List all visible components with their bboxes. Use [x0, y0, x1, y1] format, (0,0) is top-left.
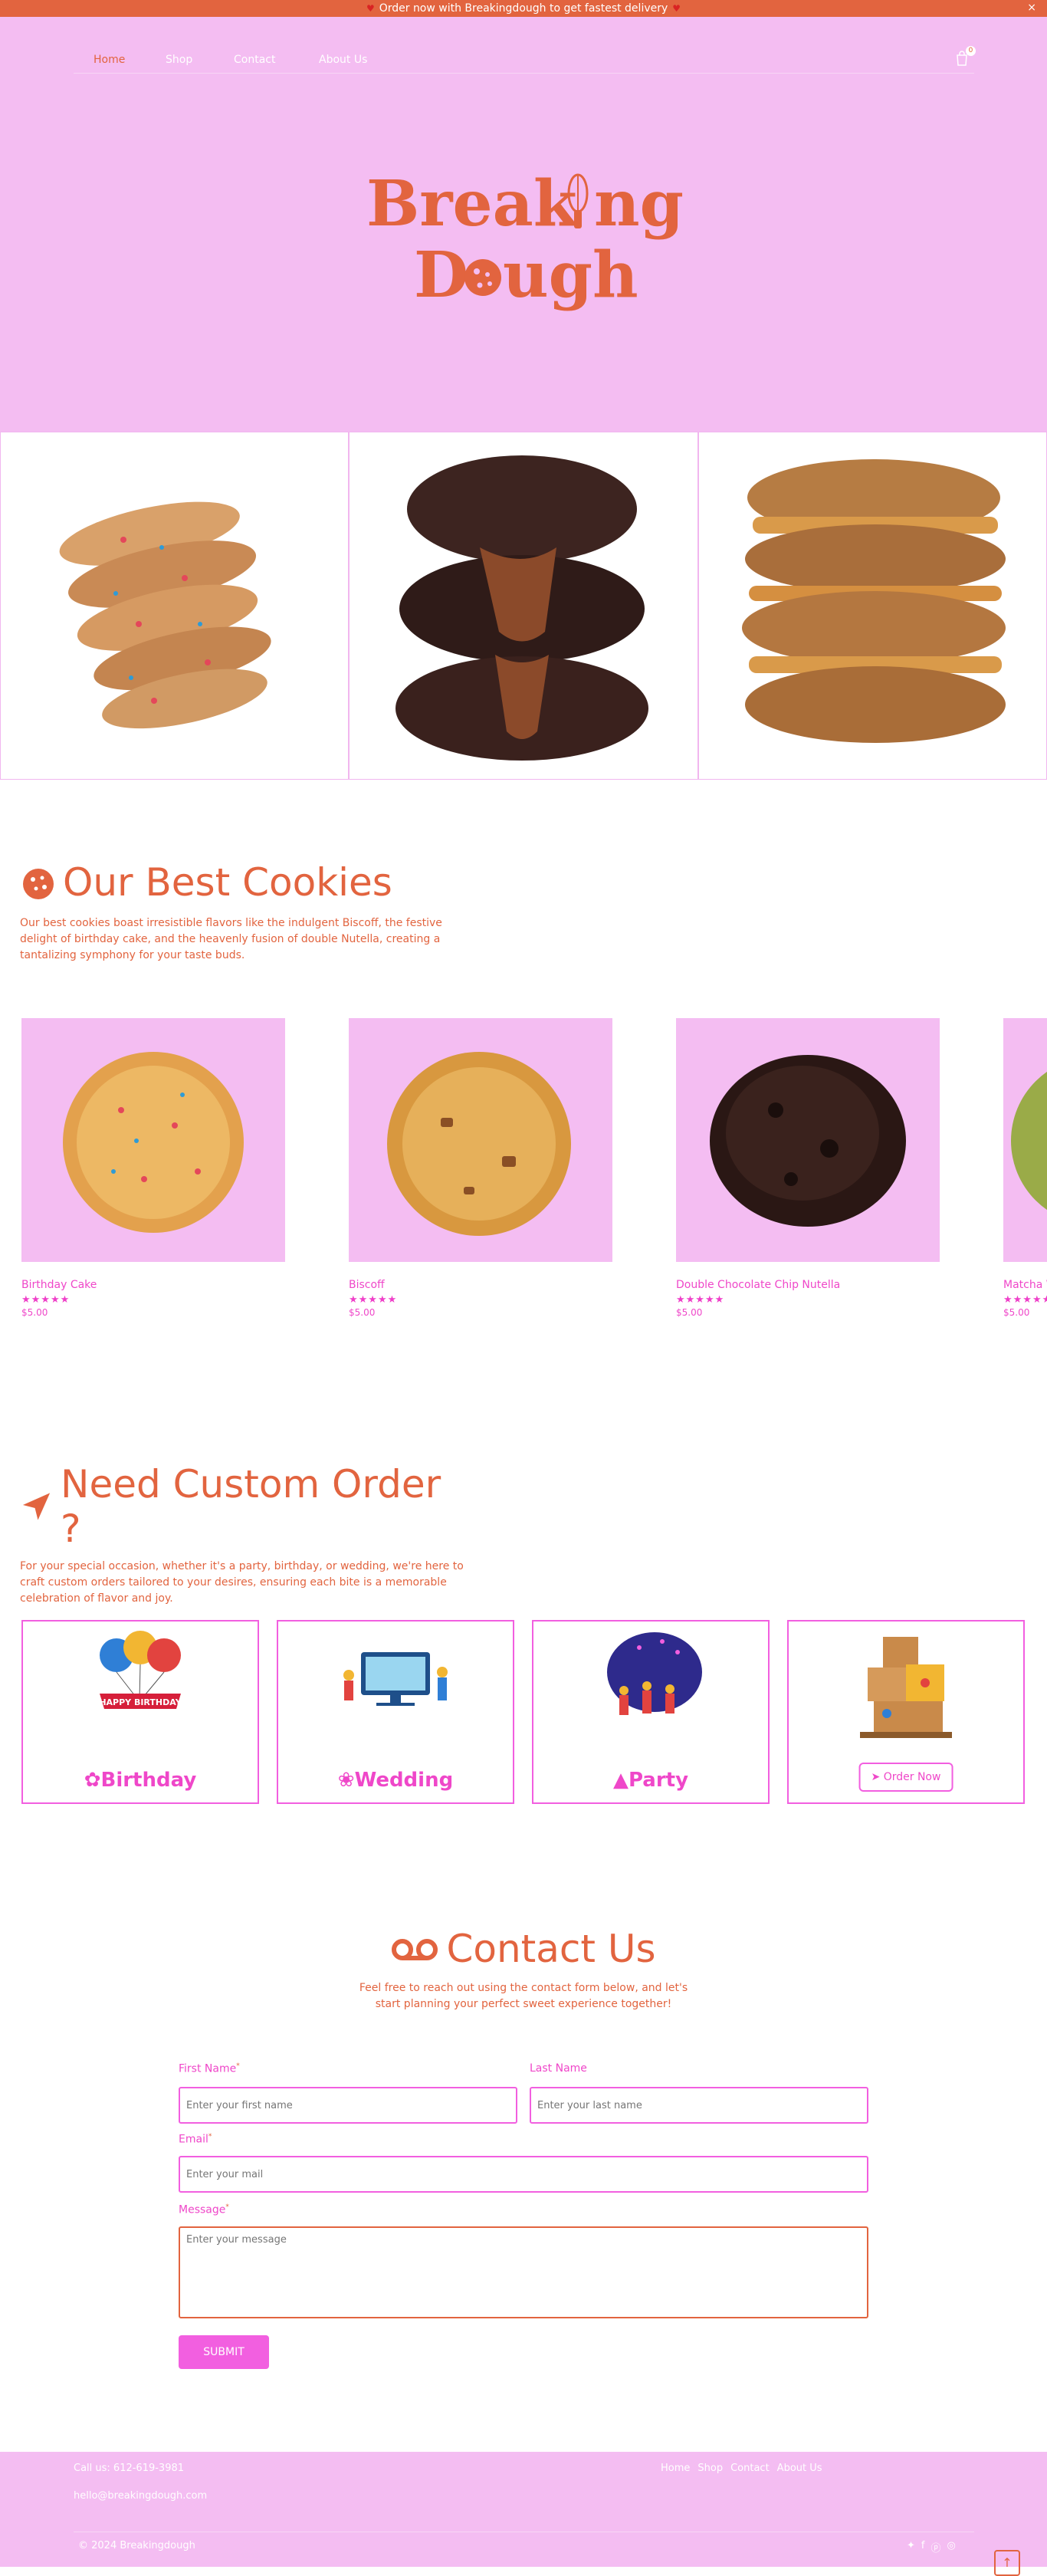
- birthday-illustration: HAPPY BIRTHDAY: [90, 1629, 190, 1732]
- footer-link-home[interactable]: Home: [661, 2463, 690, 2474]
- custom-order-title: Need Custom Order ?: [61, 1462, 441, 1551]
- product-price: $5.00: [21, 1307, 48, 1318]
- heart-icon: ♥: [366, 3, 375, 14]
- footer-links: Home Shop Contact About Us: [661, 2463, 822, 2474]
- gallery-image-caramel-stack: [697, 432, 1047, 780]
- contact-title: Contact Us: [446, 1927, 656, 1971]
- product-card[interactable]: Matcha W ★★★★★ $5.00: [1003, 1018, 1047, 1318]
- message-label: Message*: [179, 2203, 229, 2216]
- first-name-input[interactable]: [179, 2087, 517, 2124]
- custom-order-cards: HAPPY BIRTHDAY ✿Birthday ❀Wedding ▲Party…: [21, 1620, 1026, 1804]
- gift-icon: ✿: [84, 1769, 101, 1792]
- email-label: Email*: [179, 2133, 212, 2146]
- heart-icon: ♥: [672, 3, 681, 14]
- product-name[interactable]: Matcha W: [1003, 1279, 1047, 1291]
- product-image[interactable]: [676, 1018, 940, 1262]
- birthday-card[interactable]: HAPPY BIRTHDAY ✿Birthday: [21, 1620, 259, 1804]
- rating-stars: ★★★★★: [21, 1294, 71, 1306]
- birthday-label: ✿Birthday: [84, 1769, 197, 1792]
- custom-order-description: For your special occasion, whether it's …: [20, 1560, 464, 1605]
- wedding-label: ❀Wedding: [337, 1769, 454, 1792]
- best-cookies-title: Our Best Cookies: [63, 860, 392, 905]
- footer-link-about[interactable]: About Us: [777, 2463, 822, 2474]
- product-price: $5.00: [1003, 1307, 1030, 1318]
- rating-stars: ★★★★★: [349, 1294, 398, 1306]
- boxes-illustration: [852, 1629, 960, 1747]
- product-card[interactable]: Biscoff ★★★★★ $5.00: [349, 1018, 612, 1318]
- product-price: $5.00: [676, 1307, 703, 1318]
- party-label: ▲Party: [612, 1769, 689, 1792]
- gallery-image-nutella-stack: [349, 432, 698, 780]
- product-card[interactable]: Birthday Cake ★★★★★ $5.00: [21, 1018, 285, 1318]
- last-name-label: Last Name: [530, 2062, 587, 2075]
- svg-text:ugh: ugh: [503, 238, 638, 312]
- svg-text:Break: Break: [366, 167, 579, 241]
- product-name[interactable]: Birthday Cake: [21, 1279, 285, 1291]
- order-now-card[interactable]: ➤ Order Now: [787, 1620, 1025, 1804]
- contact-header: Contact Us Feel free to reach out using …: [294, 1927, 753, 2013]
- nav-about[interactable]: About Us: [319, 54, 367, 66]
- last-name-input[interactable]: [530, 2087, 868, 2124]
- brand-logo[interactable]: Break ng D ugh: [360, 163, 690, 324]
- wedding-illustration: [338, 1629, 453, 1717]
- product-image[interactable]: [1003, 1018, 1047, 1262]
- gallery-image-sprinkle-stack: [0, 432, 350, 780]
- back-to-top-button[interactable]: ↑: [994, 2550, 1020, 2576]
- footer-phone[interactable]: Call us: 612-619-3981: [74, 2463, 184, 2474]
- svg-text:D: D: [414, 238, 468, 312]
- custom-order-header: Need Custom Order ? For your special occ…: [20, 1462, 464, 1607]
- party-illustration: [593, 1629, 708, 1724]
- product-card[interactable]: Double Chocolate Chip Nutella ★★★★★ $5.0…: [676, 1018, 940, 1318]
- footer-link-shop[interactable]: Shop: [697, 2463, 723, 2474]
- rating-stars: ★★★★★: [676, 1294, 725, 1306]
- location-arrow-icon: ➤: [871, 1771, 881, 1783]
- announcement-text: Order now with Breakingdough to get fast…: [379, 2, 668, 15]
- best-cookies-header: Our Best Cookies Our best cookies boast …: [20, 860, 449, 964]
- submit-button[interactable]: SUBMIT: [179, 2335, 269, 2369]
- twitter-icon[interactable]: ✦: [907, 2540, 915, 2555]
- nav-home[interactable]: Home: [94, 54, 125, 66]
- shapes-icon: ▲: [612, 1769, 629, 1792]
- voicemail-icon: [392, 1939, 438, 1960]
- pinterest-icon[interactable]: ⓟ: [930, 2540, 940, 2555]
- best-cookies-description: Our best cookies boast irresistible flav…: [20, 917, 442, 961]
- cookie-icon: [23, 869, 54, 899]
- location-arrow-icon: [22, 1493, 51, 1520]
- main-nav: Home Shop Contact About Us 0: [74, 38, 976, 74]
- footer: Call us: 612-619-3981 hello@breakingdoug…: [0, 2452, 1047, 2576]
- contact-description: Feel free to reach out using the contact…: [359, 1982, 688, 2010]
- nav-shop[interactable]: Shop: [166, 54, 192, 66]
- social-links: ✦ f ⓟ ◎: [907, 2540, 956, 2555]
- wedding-card[interactable]: ❀Wedding: [277, 1620, 514, 1804]
- nav-contact[interactable]: Contact: [234, 54, 275, 66]
- product-name[interactable]: Biscoff: [349, 1279, 612, 1291]
- order-now-button[interactable]: ➤ Order Now: [858, 1763, 953, 1792]
- email-input[interactable]: [179, 2156, 868, 2193]
- rings-icon: ❀: [337, 1769, 355, 1792]
- facebook-icon[interactable]: f: [921, 2540, 925, 2555]
- message-textarea[interactable]: [179, 2226, 868, 2318]
- product-carousel: Birthday Cake ★★★★★ $5.00 Biscoff ★★★★★ …: [21, 1018, 1047, 1340]
- cart-button[interactable]: 0: [955, 46, 976, 67]
- hero-gallery: [0, 432, 1047, 780]
- svg-text:HAPPY BIRTHDAY: HAPPY BIRTHDAY: [99, 1697, 182, 1707]
- copyright: © 2024 Breakingdough: [78, 2540, 195, 2551]
- product-price: $5.00: [349, 1307, 376, 1318]
- product-image[interactable]: [21, 1018, 285, 1262]
- cart-count-badge: 0: [966, 46, 976, 56]
- product-name[interactable]: Double Chocolate Chip Nutella: [676, 1279, 940, 1291]
- footer-link-contact[interactable]: Contact: [730, 2463, 770, 2474]
- first-name-label: First Name*: [179, 2062, 240, 2075]
- party-card[interactable]: ▲Party: [532, 1620, 770, 1804]
- footer-email[interactable]: hello@breakingdough.com: [74, 2490, 207, 2502]
- product-image[interactable]: [349, 1018, 612, 1262]
- announcement-bar: ♥ Order now with Breakingdough to get fa…: [0, 0, 1047, 17]
- instagram-icon[interactable]: ◎: [947, 2540, 956, 2555]
- svg-text:ng: ng: [594, 167, 684, 241]
- rating-stars: ★★★★★: [1003, 1294, 1047, 1306]
- hero: Home Shop Contact About Us 0 Break ng D …: [0, 17, 1047, 432]
- close-announcement-button[interactable]: ×: [1027, 2, 1036, 14]
